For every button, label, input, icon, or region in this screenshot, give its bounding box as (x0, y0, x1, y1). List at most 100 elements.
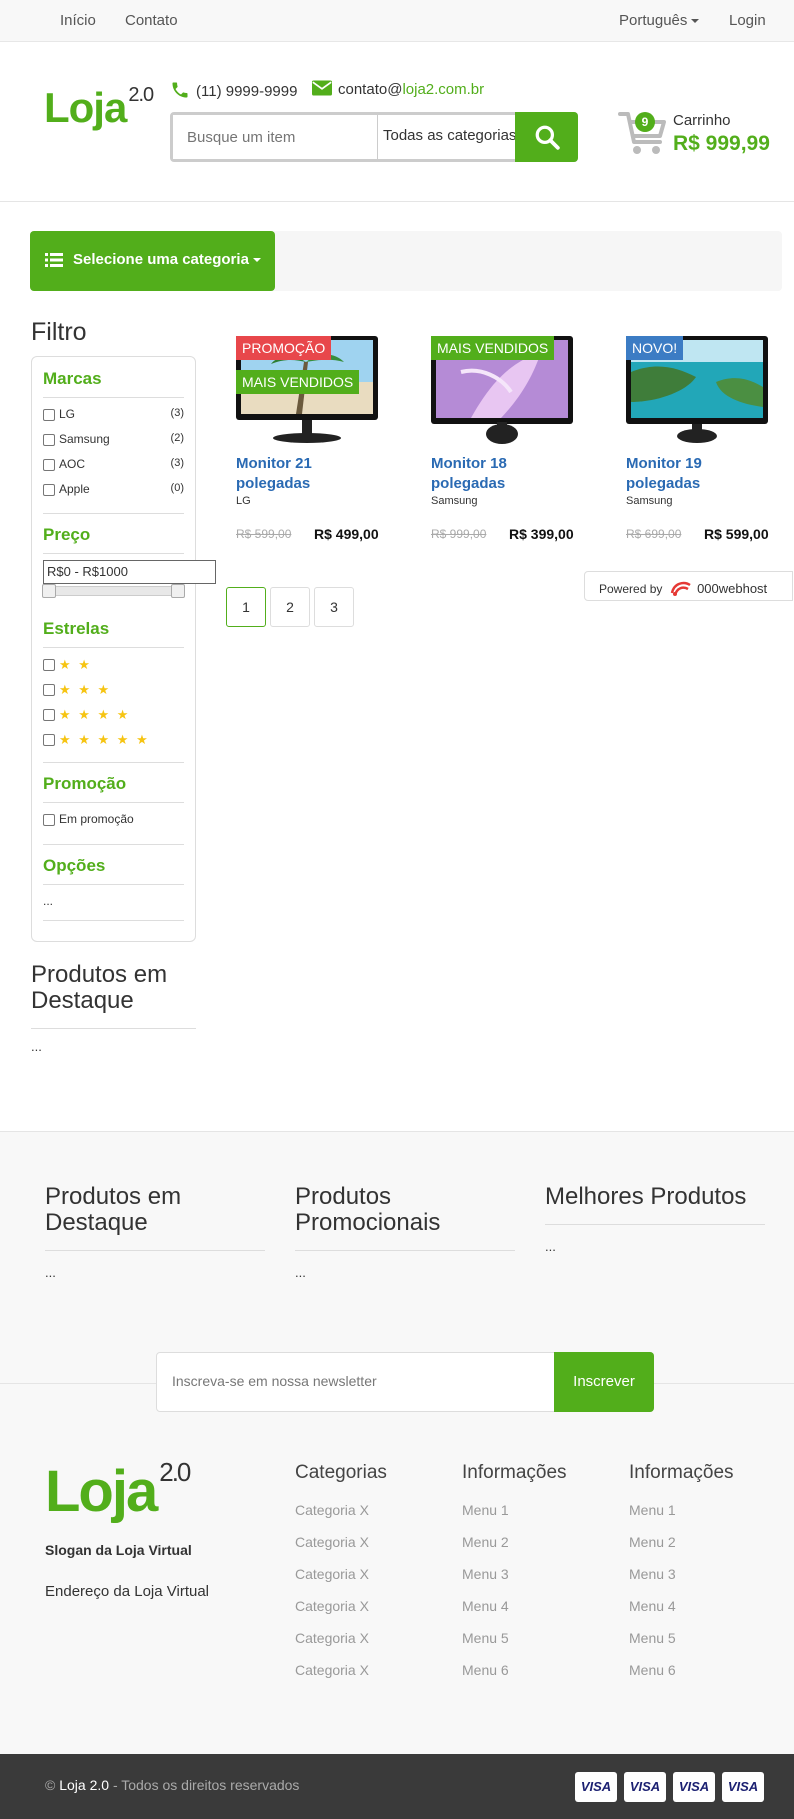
footer-link[interactable]: Menu 5 (629, 1630, 734, 1662)
footer-link[interactable]: Categoria X (295, 1502, 387, 1534)
footer-link[interactable]: Menu 5 (462, 1630, 567, 1662)
footer-column-title: Categorias (295, 1462, 387, 1483)
price-slider[interactable] (42, 584, 185, 598)
footer-link[interactable]: Menu 2 (629, 1534, 734, 1566)
page-button-2[interactable]: 2 (270, 587, 310, 627)
checkbox[interactable] (43, 483, 55, 496)
email-domain-link[interactable]: loja2.com.br (402, 81, 484, 98)
footer-link[interactable]: Menu 2 (462, 1534, 567, 1566)
stars-filter-4[interactable]: ★ ★ ★ ★ (43, 707, 184, 723)
footer-section-value: ... (295, 1265, 306, 1280)
login-link[interactable]: Login (729, 12, 766, 29)
category-button-label: Selecione uma categoria (73, 251, 249, 268)
brand-filter-apple[interactable]: Apple (0) (43, 482, 184, 496)
search-input[interactable] (173, 115, 377, 159)
brand-name: Apple (59, 482, 90, 496)
product-card[interactable]: NOVO! Monitor 19 polegadas Samsung R$ 69… (626, 332, 776, 542)
stars-heading: Estrelas (43, 619, 110, 638)
product-name-link[interactable]: Monitor 19 polegadas (626, 454, 776, 494)
nav-link-contato[interactable]: Contato (125, 12, 178, 29)
product-image[interactable]: NOVO! (626, 332, 768, 448)
product-image[interactable]: MAIS VENDIDOS (431, 332, 573, 448)
footer-link[interactable]: Menu 4 (629, 1598, 734, 1630)
product-name-link[interactable]: Monitor 21 polegadas (236, 454, 386, 494)
email-prefix: contato@ (338, 81, 403, 98)
checkbox[interactable] (43, 684, 55, 696)
footer-link[interactable]: Menu 1 (462, 1502, 567, 1534)
footer-link[interactable]: Menu 6 (629, 1662, 734, 1694)
checkbox[interactable] (43, 408, 55, 421)
divider (43, 647, 184, 648)
product-name-link[interactable]: Monitor 18 polegadas (431, 454, 581, 494)
promo-tag: PROMOÇÃO (236, 336, 332, 360)
footer-promotional: Produtos Promocionais ... (295, 1184, 515, 1280)
footer-info-column-1: Informações Menu 1 Menu 2 Menu 3 Menu 4 … (462, 1462, 567, 1694)
brand-filter-aoc[interactable]: AOC (3) (43, 457, 184, 471)
product-price: R$ 599,00 (704, 526, 769, 542)
checkbox[interactable] (43, 659, 55, 671)
footer-link[interactable]: Menu 6 (462, 1662, 567, 1694)
star-rating-icon: ★ ★ (59, 657, 92, 672)
promo-filter[interactable]: Em promoção (43, 812, 184, 826)
checkbox[interactable] (43, 458, 55, 471)
search-button[interactable] (515, 112, 578, 162)
brand-count: (0) (170, 482, 184, 494)
checkbox[interactable] (43, 433, 55, 446)
footer-link[interactable]: Menu 3 (462, 1566, 567, 1598)
category-bar: Selecione uma categoria (30, 231, 782, 291)
footer-link[interactable]: Menu 4 (462, 1598, 567, 1630)
webhost-logo-icon (670, 581, 691, 596)
envelope-icon (312, 80, 332, 96)
visa-card-icon: VISA (673, 1772, 715, 1802)
nav-link-inicio[interactable]: Início (60, 12, 96, 29)
product-price: R$ 399,00 (509, 526, 574, 542)
newsletter-subscribe-button[interactable]: Inscrever (554, 1352, 654, 1412)
price-range-input[interactable]: R$0 - R$1000 (43, 560, 216, 584)
newsletter-email-input[interactable]: Inscreva-se em nossa newsletter (172, 1373, 377, 1389)
stars-filter-2[interactable]: ★ ★ (43, 657, 184, 673)
product-old-price: R$ 699,00 (626, 527, 682, 541)
footer-categories-column: Categorias Categoria X Categoria X Categ… (295, 1462, 387, 1694)
footer-link[interactable]: Categoria X (295, 1598, 387, 1630)
footer-column-title: Informações (462, 1462, 567, 1483)
divider (31, 1028, 196, 1029)
footer-link[interactable]: Menu 3 (629, 1566, 734, 1598)
star-rating-icon: ★ ★ ★ ★ ★ (59, 732, 150, 747)
brands-heading: Marcas (43, 369, 102, 388)
store-logo[interactable]: Loja 2.0 (44, 84, 154, 132)
footer-link[interactable]: Menu 1 (629, 1502, 734, 1534)
checkbox[interactable] (43, 734, 55, 746)
footer-link[interactable]: Categoria X (295, 1662, 387, 1694)
category-dropdown-button[interactable]: Selecione uma categoria (30, 231, 275, 291)
language-dropdown[interactable]: Português (619, 12, 700, 29)
copyright-symbol: © (45, 1777, 56, 1793)
footer-link[interactable]: Categoria X (295, 1630, 387, 1662)
language-label: Português (619, 12, 688, 29)
product-image[interactable]: PROMOÇÃO MAIS VENDIDOS (236, 332, 378, 448)
divider (45, 1250, 265, 1251)
checkbox[interactable] (43, 709, 55, 721)
slider-min-handle[interactable] (42, 584, 56, 598)
page-button-3[interactable]: 3 (314, 587, 354, 627)
footer-logo[interactable]: Loja 2.0 (45, 1457, 191, 1525)
footer-link[interactable]: Categoria X (295, 1534, 387, 1566)
category-select[interactable]: Todas as categorias (377, 115, 519, 159)
copyright-brand[interactable]: Loja 2.0 (59, 1777, 109, 1793)
brand-count: (2) (170, 432, 184, 444)
product-brand: LG (236, 495, 251, 507)
stars-filter-5[interactable]: ★ ★ ★ ★ ★ (43, 732, 184, 748)
brand-filter-samsung[interactable]: Samsung (2) (43, 432, 184, 446)
brand-filter-lg[interactable]: LG (3) (43, 407, 184, 421)
chevron-down-icon (252, 258, 261, 263)
footer-bottom-bar: © Loja 2.0 - Todos os direitos reservado… (0, 1754, 794, 1819)
footer-link[interactable]: Categoria X (295, 1566, 387, 1598)
checkbox[interactable] (43, 813, 55, 826)
star-rating-icon: ★ ★ ★ ★ (59, 707, 131, 722)
page-button-1[interactable]: 1 (226, 587, 266, 627)
cart-total: R$ 999,99 (673, 132, 770, 155)
slider-max-handle[interactable] (171, 584, 185, 598)
powered-by-badge[interactable]: Powered by 000webhost (584, 571, 793, 601)
stars-filter-3[interactable]: ★ ★ ★ (43, 682, 184, 698)
product-card[interactable]: MAIS VENDIDOS Monitor 18 polegadas Samsu… (431, 332, 581, 542)
product-card[interactable]: PROMOÇÃO MAIS VENDIDOS Monitor 21 polega… (236, 332, 386, 542)
